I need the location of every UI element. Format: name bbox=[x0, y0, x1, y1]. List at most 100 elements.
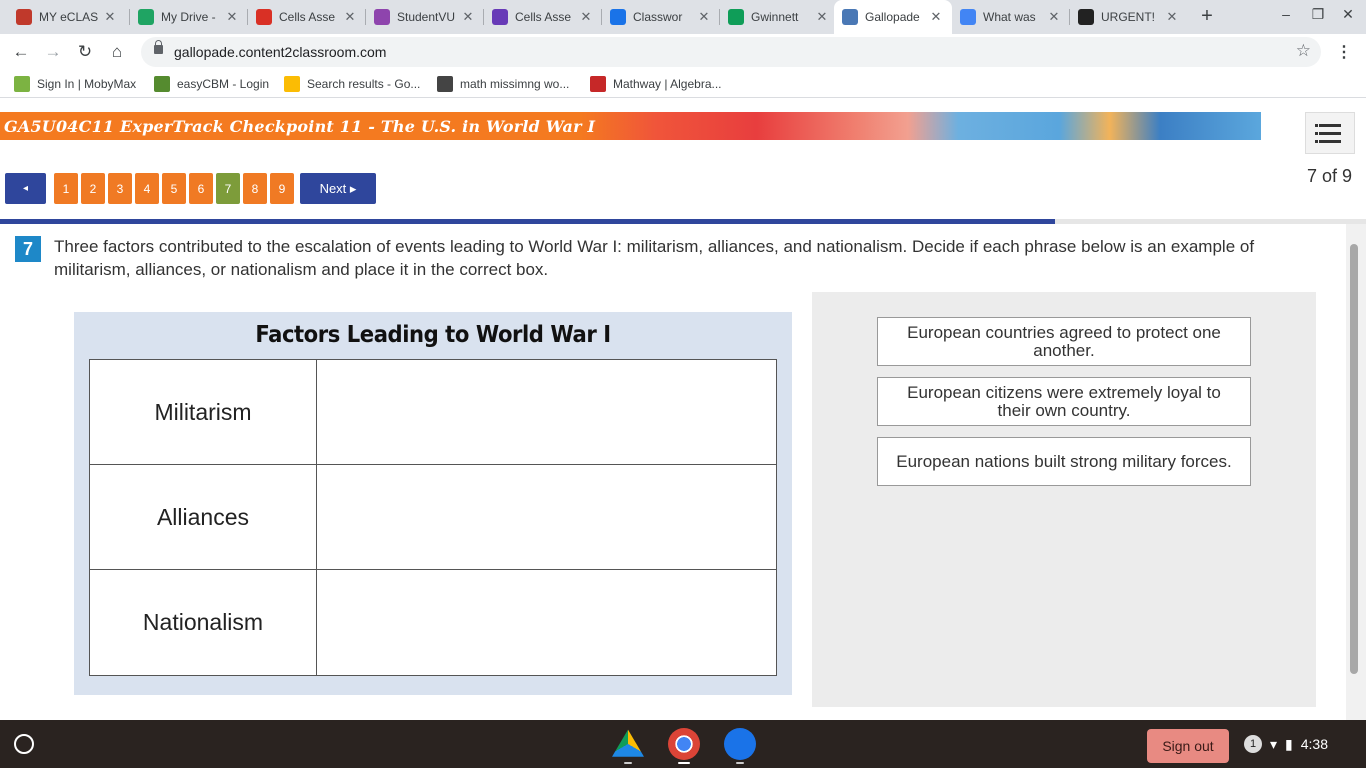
page-button-6[interactable]: 6 bbox=[189, 173, 213, 204]
clock: 4:38 bbox=[1300, 736, 1328, 752]
page-button-3[interactable]: 3 bbox=[108, 173, 132, 204]
browser-tab[interactable]: URGENT! ✕ bbox=[1070, 3, 1188, 31]
wifi-icon: ▾ bbox=[1270, 735, 1278, 752]
next-button[interactable]: Next ▸ bbox=[300, 173, 376, 204]
back-icon[interactable]: ← bbox=[8, 39, 34, 65]
bookmark-label: Mathway | Algebra... bbox=[613, 77, 722, 91]
reload-icon[interactable]: ↻ bbox=[72, 39, 98, 65]
tab-label: Classwor bbox=[633, 10, 683, 24]
battery-icon: ▮ bbox=[1285, 735, 1293, 752]
assessment-page: GA5U04C11 ExperTrack Checkpoint 11 - The… bbox=[0, 102, 1366, 720]
bookmark-favicon-icon bbox=[154, 76, 170, 92]
google-drive-icon[interactable] bbox=[612, 729, 644, 757]
browser-toolbar: ← → ↻ ⌂ gallopade.content2classroom.com … bbox=[0, 34, 1366, 70]
status-tray[interactable]: 1 ▾ ▮ 4:38 bbox=[1244, 729, 1328, 759]
lock-icon bbox=[154, 40, 163, 54]
browser-tab[interactable]: StudentVU ✕ bbox=[366, 3, 484, 31]
sign-out-button[interactable]: Sign out bbox=[1147, 729, 1229, 763]
answer-card-militarism-phrase[interactable]: European nations built strong military f… bbox=[877, 437, 1251, 486]
tab-close-icon[interactable]: ✕ bbox=[578, 9, 594, 25]
bookmark-label: math missimng wo... bbox=[460, 77, 570, 91]
page-counter: 7 of 9 bbox=[1307, 166, 1353, 186]
browser-tab[interactable]: Gallopade ✕ bbox=[834, 0, 952, 34]
tab-separator bbox=[247, 9, 248, 25]
progress-fill bbox=[0, 219, 1055, 224]
files-icon[interactable] bbox=[724, 728, 756, 760]
close-window-icon[interactable]: ✕ bbox=[1336, 6, 1360, 23]
minimize-icon[interactable]: – bbox=[1274, 6, 1298, 22]
category-label: Militarism bbox=[90, 360, 317, 464]
drop-zone-alliances[interactable] bbox=[318, 465, 776, 569]
browser-tab[interactable]: Cells Asse ✕ bbox=[484, 3, 602, 31]
page-button-1[interactable]: 1 bbox=[54, 173, 78, 204]
page-button-5[interactable]: 5 bbox=[162, 173, 186, 204]
forward-icon[interactable]: → bbox=[40, 39, 66, 65]
sorting-table: Factors Leading to World War I Militaris… bbox=[74, 312, 792, 695]
address-bar[interactable]: gallopade.content2classroom.com ☆ bbox=[141, 37, 1321, 67]
bookmark-item[interactable]: math missimng wo... bbox=[437, 76, 569, 92]
tab-favicon-icon bbox=[492, 9, 508, 25]
category-row-militarism: Militarism bbox=[90, 360, 776, 465]
bookmark-label: Sign In | MobyMax bbox=[37, 77, 137, 91]
page-button-7[interactable]: 7 bbox=[216, 173, 240, 204]
browser-tab-strip: MY eCLAS ✕ My Drive - ✕ Cells Asse ✕ StudentVU… bbox=[0, 0, 1366, 34]
tab-separator bbox=[1069, 9, 1070, 25]
page-button-8[interactable]: 8 bbox=[243, 173, 267, 204]
tab-close-icon[interactable]: ✕ bbox=[1164, 9, 1180, 25]
tab-close-icon[interactable]: ✕ bbox=[102, 9, 118, 25]
question-pager: ◂ 123456789 Next ▸ bbox=[5, 173, 376, 204]
tab-favicon-icon bbox=[256, 9, 272, 25]
answer-card-alliances-phrase[interactable]: European countries agreed to protect one… bbox=[877, 317, 1251, 366]
drop-zone-nationalism[interactable] bbox=[318, 570, 776, 675]
tab-favicon-icon bbox=[1078, 9, 1094, 25]
browser-tab[interactable]: MY eCLAS ✕ bbox=[8, 3, 126, 31]
tab-close-icon[interactable]: ✕ bbox=[224, 9, 240, 25]
category-grid: Militarism Alliances Nationalism bbox=[89, 359, 777, 676]
tab-close-icon[interactable]: ✕ bbox=[696, 9, 712, 25]
bookmarks-bar: Sign In | MobyMax easyCBM - Login Search r… bbox=[0, 70, 1366, 98]
previous-button[interactable]: ◂ bbox=[5, 173, 46, 204]
bookmark-star-icon[interactable]: ☆ bbox=[1296, 41, 1311, 61]
tab-close-icon[interactable]: ✕ bbox=[928, 9, 944, 25]
tab-label: MY eCLAS bbox=[39, 10, 99, 24]
restore-icon[interactable]: ❐ bbox=[1306, 6, 1330, 23]
bookmark-favicon-icon bbox=[284, 76, 300, 92]
tab-close-icon[interactable]: ✕ bbox=[460, 9, 476, 25]
bookmark-item[interactable]: Sign In | MobyMax bbox=[14, 76, 136, 92]
tab-separator bbox=[129, 9, 130, 25]
tab-label: What was bbox=[983, 10, 1036, 24]
os-shelf: Sign out 1 ▾ ▮ 4:38 bbox=[0, 720, 1366, 768]
bookmark-item[interactable]: easyCBM - Login bbox=[154, 76, 269, 92]
page-button-4[interactable]: 4 bbox=[135, 173, 159, 204]
notification-badge: 1 bbox=[1244, 735, 1262, 753]
tab-favicon-icon bbox=[16, 9, 32, 25]
tab-favicon-icon bbox=[842, 9, 858, 25]
tab-close-icon[interactable]: ✕ bbox=[342, 9, 358, 25]
bookmark-item[interactable]: Search results - Go... bbox=[284, 76, 420, 92]
assessment-banner: GA5U04C11 ExperTrack Checkpoint 11 - The… bbox=[0, 112, 1261, 140]
browser-menu-icon[interactable]: ⋮ bbox=[1336, 42, 1352, 62]
tab-close-icon[interactable]: ✕ bbox=[814, 9, 830, 25]
new-tab-button[interactable]: + bbox=[1196, 5, 1218, 27]
browser-tab[interactable]: Cells Asse ✕ bbox=[248, 3, 366, 31]
launcher-icon[interactable] bbox=[14, 734, 34, 754]
browser-tab[interactable]: Classwor ✕ bbox=[602, 3, 720, 31]
question-list-button[interactable] bbox=[1305, 112, 1355, 154]
home-icon[interactable]: ⌂ bbox=[104, 39, 130, 65]
tab-separator bbox=[365, 9, 366, 25]
tab-label: Gallopade bbox=[865, 10, 920, 24]
chrome-icon[interactable] bbox=[668, 728, 700, 760]
bookmark-item[interactable]: Mathway | Algebra... bbox=[590, 76, 722, 92]
page-button-2[interactable]: 2 bbox=[81, 173, 105, 204]
drop-zone-militarism[interactable] bbox=[318, 360, 776, 464]
progress-bar bbox=[0, 219, 1366, 224]
browser-tab[interactable]: Gwinnett ✕ bbox=[720, 3, 838, 31]
scroll-thumb[interactable] bbox=[1350, 244, 1358, 674]
answer-card-nationalism-phrase[interactable]: European citizens were extremely loyal t… bbox=[877, 377, 1251, 426]
browser-tab[interactable]: What was ✕ bbox=[952, 3, 1070, 31]
page-button-9[interactable]: 9 bbox=[270, 173, 294, 204]
tab-close-icon[interactable]: ✕ bbox=[1046, 9, 1062, 25]
page-scrollbar[interactable] bbox=[1346, 224, 1366, 720]
url-text: gallopade.content2classroom.com bbox=[174, 44, 387, 60]
browser-tab[interactable]: My Drive - ✕ bbox=[130, 3, 248, 31]
